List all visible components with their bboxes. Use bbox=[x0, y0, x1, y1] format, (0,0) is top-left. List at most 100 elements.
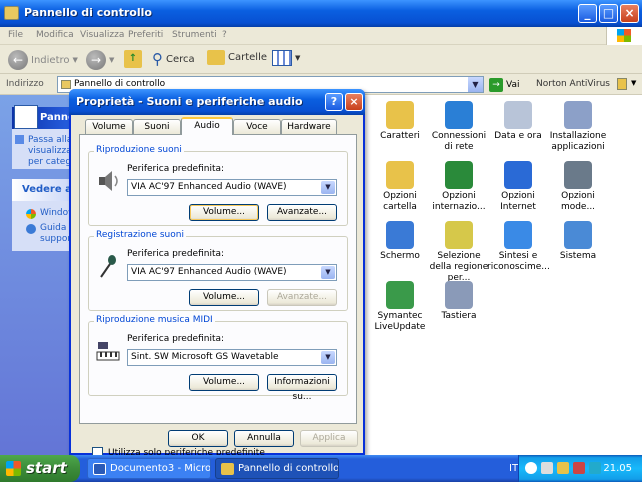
dialog-help-button[interactable]: ? bbox=[325, 93, 343, 111]
cp-item[interactable]: Sintesi e riconoscime... bbox=[487, 221, 550, 273]
cp-item-icon bbox=[386, 281, 414, 309]
norton-tray-icon[interactable] bbox=[557, 462, 569, 474]
cp-item-icon bbox=[386, 221, 414, 249]
window-titlebar[interactable]: Pannello di controllo _ □ × bbox=[0, 0, 642, 27]
playback-advanced-button[interactable]: Avanzate... bbox=[267, 204, 337, 221]
playback-volume-button[interactable]: Volume... bbox=[189, 204, 259, 221]
recording-volume-button[interactable]: Volume... bbox=[189, 289, 259, 306]
dialog-title: Proprietà - Suoni e periferiche audio bbox=[76, 95, 303, 108]
menu-file[interactable]: File bbox=[8, 30, 23, 40]
cp-item-label: Connessioni di rete bbox=[431, 131, 487, 152]
tab-voice[interactable]: Voce bbox=[233, 119, 281, 134]
windows-flag-icon bbox=[6, 461, 21, 476]
midi-group: Riproduzione musica MIDI Periferica pred… bbox=[88, 315, 348, 402]
cp-item-icon bbox=[386, 161, 414, 189]
tab-hardware[interactable]: Hardware bbox=[281, 119, 337, 134]
folders-button[interactable]: Cartelle bbox=[207, 50, 267, 65]
cp-item[interactable]: Selezione della regione per... bbox=[428, 221, 490, 284]
audio-tab-panel: Riproduzione suoni Periferica predefinit… bbox=[79, 134, 357, 458]
recording-device-select[interactable]: VIA AC'97 Enhanced Audio (WAVE) ▼ bbox=[127, 264, 337, 281]
cp-item[interactable]: Installazione applicazioni bbox=[547, 101, 609, 153]
language-indicator[interactable]: IT bbox=[509, 463, 518, 474]
midi-about-button[interactable]: Informazioni su... bbox=[267, 374, 337, 402]
network-icon[interactable] bbox=[541, 462, 553, 474]
playback-group: Riproduzione suoni Periferica predefinit… bbox=[88, 145, 348, 226]
cp-item-label: Selezione della regione per... bbox=[429, 251, 489, 283]
playback-device-select[interactable]: VIA AC'97 Enhanced Audio (WAVE) ▼ bbox=[127, 179, 337, 196]
menu-bar: File Modifica Visualizza Preferiti Strum… bbox=[0, 27, 642, 45]
cp-item[interactable]: Schermo bbox=[369, 221, 431, 262]
control-panel-icon bbox=[221, 463, 234, 475]
back-button[interactable]: ← Indietro ▼ bbox=[8, 50, 78, 70]
speaker-tray-icon[interactable] bbox=[573, 462, 585, 474]
menu-help[interactable]: ? bbox=[222, 30, 227, 40]
cp-item[interactable]: Tastiera bbox=[428, 281, 490, 322]
cp-item-label: Sistema bbox=[559, 251, 597, 261]
cp-item[interactable]: Symantec LiveUpdate bbox=[369, 281, 431, 333]
taskbar-item-control-panel[interactable]: Pannello di controllo bbox=[215, 458, 339, 479]
cp-item[interactable]: Data e ora bbox=[487, 101, 549, 142]
tab-sounds[interactable]: Suoni bbox=[133, 119, 181, 134]
cp-item[interactable]: Opzioni internazio... bbox=[428, 161, 490, 213]
cp-item-label: Caratteri bbox=[380, 131, 420, 141]
forward-dropdown-icon: ▼ bbox=[109, 56, 115, 64]
forward-button[interactable]: → ▼ bbox=[86, 50, 114, 70]
cp-item-label: Installazione applicazioni bbox=[549, 131, 607, 152]
dialog-close-button[interactable]: × bbox=[345, 93, 363, 111]
start-button[interactable]: start bbox=[0, 455, 80, 482]
menu-tools[interactable]: Strumenti bbox=[172, 30, 217, 40]
up-folder-button[interactable]: ↑ bbox=[124, 50, 142, 68]
connection-tray-icon[interactable] bbox=[589, 462, 601, 474]
cp-item-label: Data e ora bbox=[494, 131, 542, 141]
norton-icon[interactable] bbox=[617, 78, 627, 90]
midi-default-label: Periferica predefinita: bbox=[127, 334, 225, 344]
search-icon: ⚲ bbox=[152, 50, 163, 68]
midi-group-label: Riproduzione musica MIDI bbox=[94, 315, 215, 325]
norton-dropdown-icon[interactable]: ▼ bbox=[631, 79, 636, 87]
folders-icon bbox=[207, 50, 225, 65]
cp-item-label: Symantec LiveUpdate bbox=[374, 311, 426, 332]
cp-item-label: Opzioni mode... bbox=[560, 191, 596, 212]
cp-item-icon bbox=[445, 221, 473, 249]
midi-device-select[interactable]: Sint. SW Microsoft GS Wavetable ▼ bbox=[127, 349, 337, 366]
dialog-titlebar[interactable]: Proprietà - Suoni e periferiche audio ? … bbox=[69, 89, 365, 115]
cp-item[interactable]: Sistema bbox=[547, 221, 609, 262]
minimize-button[interactable]: _ bbox=[578, 4, 597, 23]
cp-item[interactable]: Connessioni di rete bbox=[428, 101, 490, 153]
cp-item-label: Tastiera bbox=[441, 311, 477, 321]
tab-volume[interactable]: Volume bbox=[85, 119, 133, 134]
menu-view[interactable]: Visualizza bbox=[80, 30, 124, 40]
go-button[interactable]: → Vai bbox=[489, 78, 519, 92]
cp-item[interactable]: Caratteri bbox=[369, 101, 431, 142]
windows-update-icon bbox=[26, 209, 36, 219]
tray-arrow-icon[interactable] bbox=[525, 462, 537, 474]
address-dropdown-button[interactable]: ▼ bbox=[468, 77, 483, 92]
desktop: Pannello di controllo _ □ × File Modific… bbox=[0, 0, 642, 482]
windows-logo bbox=[606, 27, 642, 45]
cp-item-icon bbox=[386, 101, 414, 129]
cp-item-icon bbox=[504, 101, 532, 129]
cancel-button[interactable]: Annulla bbox=[234, 430, 294, 447]
window-title: Pannello di controllo bbox=[24, 6, 152, 19]
taskbar-item-word[interactable]: Documento3 - Micros... bbox=[87, 458, 211, 479]
cp-item[interactable]: Opzioni mode... bbox=[547, 161, 609, 213]
midi-volume-button[interactable]: Volume... bbox=[189, 374, 259, 391]
forward-arrow-icon: → bbox=[86, 50, 106, 70]
back-dropdown-icon: ▼ bbox=[72, 56, 78, 64]
ok-button[interactable]: OK bbox=[168, 430, 228, 447]
apply-button: Applica bbox=[300, 430, 358, 447]
search-button[interactable]: ⚲ Cerca bbox=[152, 50, 195, 68]
views-button[interactable]: ▼ bbox=[272, 50, 300, 66]
menu-edit[interactable]: Modifica bbox=[36, 30, 74, 40]
cp-item-label: Sintesi e riconoscime... bbox=[487, 251, 550, 272]
cp-item-label: Opzioni Internet bbox=[500, 191, 536, 212]
cp-item[interactable]: Opzioni Internet bbox=[487, 161, 549, 213]
maximize-button[interactable]: □ bbox=[599, 4, 618, 23]
tab-audio[interactable]: Audio bbox=[181, 117, 233, 135]
norton-antivirus-button[interactable]: Norton AntiVirus bbox=[536, 79, 610, 89]
menu-favorites[interactable]: Preferiti bbox=[128, 30, 163, 40]
cp-item-icon bbox=[504, 161, 532, 189]
cp-item[interactable]: Opzioni cartella bbox=[369, 161, 431, 213]
cp-item-icon bbox=[564, 101, 592, 129]
close-button[interactable]: × bbox=[620, 4, 639, 23]
